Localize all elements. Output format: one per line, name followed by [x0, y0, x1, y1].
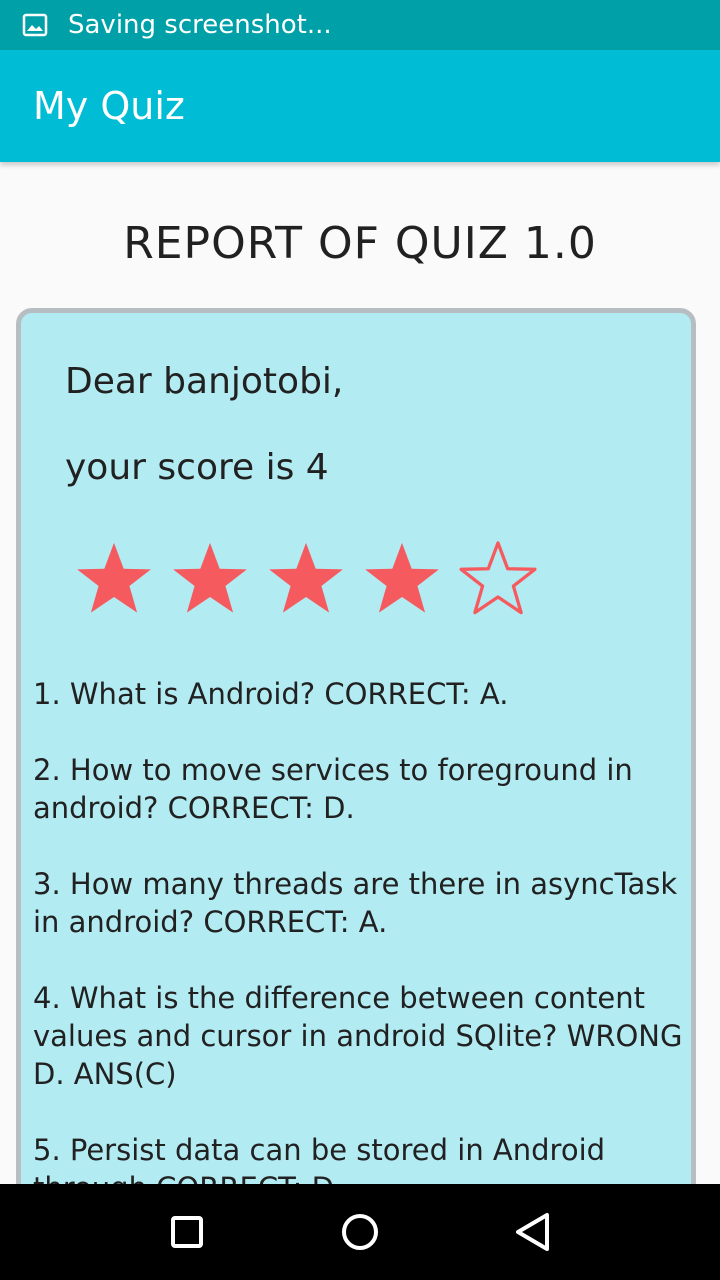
rating-bar: [73, 538, 553, 618]
star-filled-icon: [365, 542, 439, 613]
back-icon[interactable]: [503, 1202, 563, 1262]
report-heading: REPORT OF QUIZ 1.0: [123, 218, 597, 269]
report-content[interactable]: REPORT OF QUIZ 1.0 Dear banjotobi, your …: [0, 162, 720, 1184]
greeting-text: Dear banjotobi,: [65, 361, 344, 402]
report-card: Dear banjotobi, your score is 4 1. What …: [16, 308, 696, 1184]
question-result-item: 5. Persist data can be stored in Android…: [33, 1133, 606, 1184]
question-result-item: 1. What is Android? CORRECT: A.: [33, 677, 509, 711]
app-title: My Quiz: [33, 84, 185, 128]
home-icon[interactable]: [330, 1202, 390, 1262]
app-bar: My Quiz: [0, 50, 720, 162]
question-result-item: 3. How many threads are there in asyncTa…: [33, 867, 678, 939]
score-text: your score is 4: [65, 447, 329, 488]
status-notification-text: Saving screenshot...: [68, 10, 332, 40]
star-empty-icon: [459, 541, 537, 615]
star-filled-icon: [173, 542, 247, 613]
star-filled-icon: [269, 542, 343, 613]
star-filled-icon: [77, 542, 151, 613]
question-results-list: 1. What is Android? CORRECT: A. 2. How to…: [33, 675, 683, 1184]
question-result-item: 2. How to move services to foreground in…: [33, 753, 633, 825]
navigation-bar: [0, 1184, 720, 1280]
question-result-item: 4. What is the difference between conten…: [33, 981, 683, 1091]
status-bar: Saving screenshot...: [0, 0, 720, 50]
recents-icon[interactable]: [157, 1202, 217, 1262]
image-icon: [22, 11, 50, 39]
